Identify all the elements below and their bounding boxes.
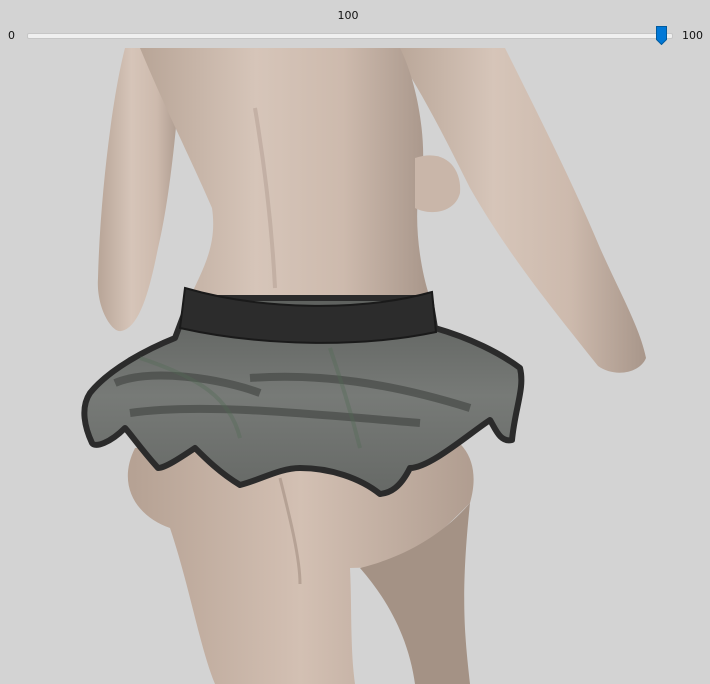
chest-side	[415, 155, 461, 213]
slider-track[interactable]	[27, 33, 673, 39]
value-slider[interactable]: 100 0 100	[0, 0, 710, 48]
torso	[140, 48, 430, 298]
slider-thumb[interactable]	[656, 26, 667, 46]
slider-value-label: 100	[337, 9, 359, 22]
slider-min-label: 0	[8, 29, 15, 42]
model-viewport[interactable]	[0, 48, 710, 684]
slider-max-label: 100	[682, 29, 703, 42]
model-render	[81, 48, 646, 684]
